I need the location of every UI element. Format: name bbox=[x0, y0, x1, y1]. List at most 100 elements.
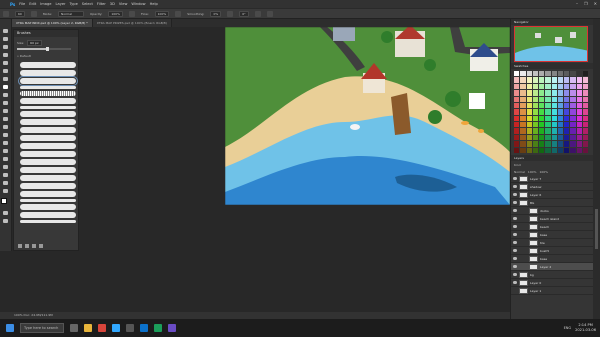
brush-preset[interactable] bbox=[20, 106, 76, 109]
color-swatch[interactable] bbox=[520, 109, 526, 115]
move-tool-icon[interactable] bbox=[2, 28, 9, 33]
color-swatch[interactable] bbox=[557, 77, 563, 83]
color-swatch[interactable] bbox=[564, 109, 570, 115]
history-brush-tool-icon[interactable] bbox=[2, 100, 9, 105]
color-swatch[interactable] bbox=[582, 77, 588, 83]
layer-row[interactable]: BG bbox=[511, 199, 593, 207]
color-swatch[interactable] bbox=[532, 147, 538, 153]
canvas[interactable] bbox=[225, 27, 510, 205]
magic-wand-tool-icon[interactable] bbox=[2, 52, 9, 57]
color-swatch[interactable] bbox=[514, 96, 520, 102]
color-swatch[interactable] bbox=[551, 128, 557, 134]
lasso-tool-icon[interactable] bbox=[2, 44, 9, 49]
color-swatch[interactable] bbox=[576, 134, 582, 141]
color-swatch[interactable] bbox=[576, 115, 582, 122]
color-swatch[interactable] bbox=[539, 83, 545, 90]
visibility-eye-icon[interactable] bbox=[513, 273, 517, 276]
visibility-eye-icon[interactable] bbox=[513, 257, 517, 260]
color-swatch[interactable] bbox=[564, 115, 570, 122]
color-swatch[interactable] bbox=[582, 96, 588, 102]
color-swatch[interactable] bbox=[551, 122, 557, 128]
color-swatch[interactable] bbox=[526, 141, 532, 147]
color-swatch[interactable] bbox=[551, 147, 557, 153]
color-swatch[interactable] bbox=[557, 115, 563, 122]
color-swatch[interactable] bbox=[557, 90, 563, 96]
trash-icon[interactable] bbox=[39, 244, 43, 248]
menu-edit[interactable]: Edit bbox=[29, 2, 36, 6]
zoom-tool-icon[interactable] bbox=[2, 180, 9, 185]
color-swatch[interactable] bbox=[545, 115, 551, 122]
new-group-icon[interactable] bbox=[25, 244, 29, 248]
screen-mode-icon[interactable] bbox=[2, 218, 9, 223]
color-swatch[interactable] bbox=[570, 109, 576, 115]
color-swatch[interactable] bbox=[526, 83, 532, 90]
app-icon[interactable] bbox=[126, 324, 134, 332]
visibility-eye-icon[interactable] bbox=[513, 233, 517, 236]
brush-preset[interactable] bbox=[20, 143, 76, 149]
color-swatch[interactable] bbox=[520, 134, 526, 141]
color-swatch[interactable] bbox=[545, 141, 551, 147]
menu-view[interactable]: View bbox=[119, 2, 128, 6]
color-swatch[interactable] bbox=[564, 102, 570, 109]
layer-row[interactable]: shadow bbox=[511, 183, 593, 191]
color-swatch[interactable] bbox=[576, 128, 582, 134]
visibility-eye-icon[interactable] bbox=[513, 265, 517, 268]
tab-document-1[interactable]: XTRA MAP INDX.psd @ 100% (Layer 2, RGB/8… bbox=[12, 19, 93, 27]
color-swatch[interactable] bbox=[557, 128, 563, 134]
color-swatch[interactable] bbox=[514, 115, 520, 122]
color-swatch[interactable] bbox=[576, 102, 582, 109]
layer-fill[interactable]: 100% bbox=[539, 170, 548, 174]
brush-size-picker[interactable]: 60 bbox=[15, 10, 25, 17]
swatches-grid[interactable] bbox=[514, 71, 588, 153]
color-swatch[interactable] bbox=[514, 147, 520, 153]
color-swatch[interactable] bbox=[576, 141, 582, 147]
layer-row[interactable]: Layer 0 bbox=[511, 279, 593, 287]
color-swatch[interactable] bbox=[551, 77, 557, 83]
color-swatch[interactable] bbox=[582, 147, 588, 153]
color-swatch[interactable] bbox=[526, 96, 532, 102]
color-swatch[interactable] bbox=[526, 109, 532, 115]
brush-size-value[interactable]: 60 px bbox=[27, 40, 42, 46]
visibility-eye-icon[interactable] bbox=[513, 201, 517, 204]
color-swatches[interactable] bbox=[1, 198, 10, 207]
color-swatch[interactable] bbox=[539, 109, 545, 115]
color-swatch[interactable] bbox=[526, 90, 532, 96]
layer-opacity[interactable]: 100% bbox=[528, 170, 537, 174]
app-icon[interactable] bbox=[168, 324, 176, 332]
color-swatch[interactable] bbox=[514, 109, 520, 115]
smoothing-options-icon[interactable] bbox=[227, 10, 234, 17]
color-swatch[interactable] bbox=[557, 134, 563, 141]
color-swatch[interactable] bbox=[514, 77, 520, 83]
eyedropper-tool-icon[interactable] bbox=[2, 68, 9, 73]
color-swatch[interactable] bbox=[576, 90, 582, 96]
color-swatch[interactable] bbox=[514, 141, 520, 147]
color-swatch[interactable] bbox=[570, 128, 576, 134]
brush-preset[interactable] bbox=[20, 191, 76, 197]
color-swatch[interactable] bbox=[551, 141, 557, 147]
color-swatch[interactable] bbox=[532, 71, 538, 77]
menu-layer[interactable]: Layer bbox=[56, 2, 66, 6]
flow-field[interactable]: 100% bbox=[154, 10, 170, 17]
task-view-icon[interactable] bbox=[70, 324, 78, 332]
color-swatch[interactable] bbox=[520, 71, 526, 77]
brush-folder[interactable]: » Default bbox=[14, 52, 78, 60]
brush-tool-icon[interactable] bbox=[3, 10, 9, 17]
color-swatch[interactable] bbox=[514, 83, 520, 90]
symmetry-icon[interactable] bbox=[266, 10, 273, 17]
brush-size-slider[interactable] bbox=[17, 47, 71, 51]
brush-tool-icon[interactable] bbox=[2, 84, 9, 89]
brush-preset[interactable] bbox=[20, 175, 76, 181]
brush-preset[interactable] bbox=[20, 151, 76, 157]
color-swatch[interactable] bbox=[545, 134, 551, 141]
layer-row[interactable]: Layer 1 bbox=[511, 287, 593, 295]
color-swatch[interactable] bbox=[545, 122, 551, 128]
color-swatch[interactable] bbox=[564, 122, 570, 128]
color-swatch[interactable] bbox=[551, 134, 557, 141]
color-swatch[interactable] bbox=[576, 109, 582, 115]
color-swatch[interactable] bbox=[570, 141, 576, 147]
color-swatch[interactable] bbox=[582, 102, 588, 109]
brush-preset[interactable] bbox=[20, 119, 76, 125]
color-swatch[interactable] bbox=[532, 83, 538, 90]
color-swatch[interactable] bbox=[545, 128, 551, 134]
brush-preset[interactable] bbox=[20, 91, 76, 96]
